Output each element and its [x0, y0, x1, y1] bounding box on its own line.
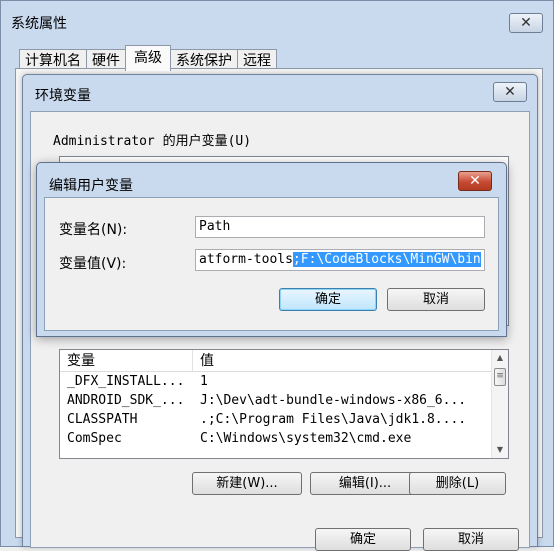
user-vars-label: Administrator 的用户变量(U): [53, 134, 252, 149]
table-row[interactable]: ComSpec C:\Windows\system32\cmd.exe: [60, 429, 508, 448]
variable-name-input[interactable]: Path: [195, 216, 485, 238]
variable-name-label: 变量名(N):: [59, 222, 128, 238]
scroll-down-icon[interactable]: ▼: [492, 442, 508, 458]
dialog-title: 编辑用户变量: [49, 178, 133, 194]
row-name: ComSpec: [67, 431, 122, 446]
variable-value-text: atform-tools: [199, 252, 293, 267]
window-title: 系统属性: [11, 16, 67, 32]
row-name: CLASSPATH: [67, 412, 138, 427]
edit-button[interactable]: 编辑(I)...: [310, 472, 420, 495]
row-value: 1: [200, 374, 208, 389]
ok-button[interactable]: 确定: [315, 528, 411, 551]
cancel-button[interactable]: 取消: [387, 288, 485, 311]
delete-button[interactable]: 删除(L): [409, 472, 506, 495]
row-value: .;C:\Program Files\Java\jdk1.8....: [200, 412, 467, 427]
row-value: J:\Dev\adt-bundle-windows-x86_6...: [200, 393, 467, 408]
column-header-value[interactable]: 值: [193, 350, 214, 371]
table-row[interactable]: _DFX_INSTALL... 1: [60, 372, 508, 391]
system-vars-list[interactable]: 变量 值 _DFX_INSTALL... 1 ANDROID_SDK_... J…: [59, 349, 509, 459]
close-icon: ✕: [469, 173, 481, 189]
variable-value-label: 变量值(V):: [59, 256, 127, 272]
close-button[interactable]: ✕: [458, 171, 492, 191]
close-button[interactable]: ✕: [509, 13, 543, 33]
scroll-up-icon[interactable]: ▲: [492, 350, 508, 366]
variable-name-value: Path: [199, 219, 231, 234]
list-header: 变量 值: [60, 350, 508, 372]
edit-user-variable-dialog: 编辑用户变量 ✕ 变量名(N): Path 变量值(V): atform-too…: [36, 162, 507, 337]
table-row[interactable]: ANDROID_SDK_... J:\Dev\adt-bundle-window…: [60, 391, 508, 410]
table-row[interactable]: CLASSPATH .;C:\Program Files\Java\jdk1.8…: [60, 410, 508, 429]
edit-client-area: 变量名(N): Path 变量值(V): atform-tools;F:\Cod…: [44, 197, 499, 331]
vertical-scrollbar[interactable]: ▲ ≡ ▼: [491, 350, 508, 458]
variable-value-selection: ;F:\CodeBlocks\MinGW\bin: [292, 252, 481, 267]
window-title: 环境变量: [35, 88, 91, 104]
close-icon: ✕: [520, 15, 532, 31]
ok-button[interactable]: 确定: [279, 288, 377, 311]
row-value: C:\Windows\system32\cmd.exe: [200, 431, 412, 446]
column-header-variable[interactable]: 变量: [60, 350, 193, 371]
cancel-button[interactable]: 取消: [423, 528, 519, 551]
close-button[interactable]: ✕: [493, 82, 527, 102]
variable-value-input[interactable]: atform-tools;F:\CodeBlocks\MinGW\bin: [195, 249, 485, 271]
scroll-thumb[interactable]: ≡: [494, 368, 506, 386]
new-button[interactable]: 新建(W)...: [192, 472, 302, 495]
row-name: _DFX_INSTALL...: [67, 374, 185, 389]
tab-advanced[interactable]: 高级: [125, 45, 171, 71]
row-name: ANDROID_SDK_...: [67, 393, 185, 408]
close-icon: ✕: [504, 84, 516, 100]
